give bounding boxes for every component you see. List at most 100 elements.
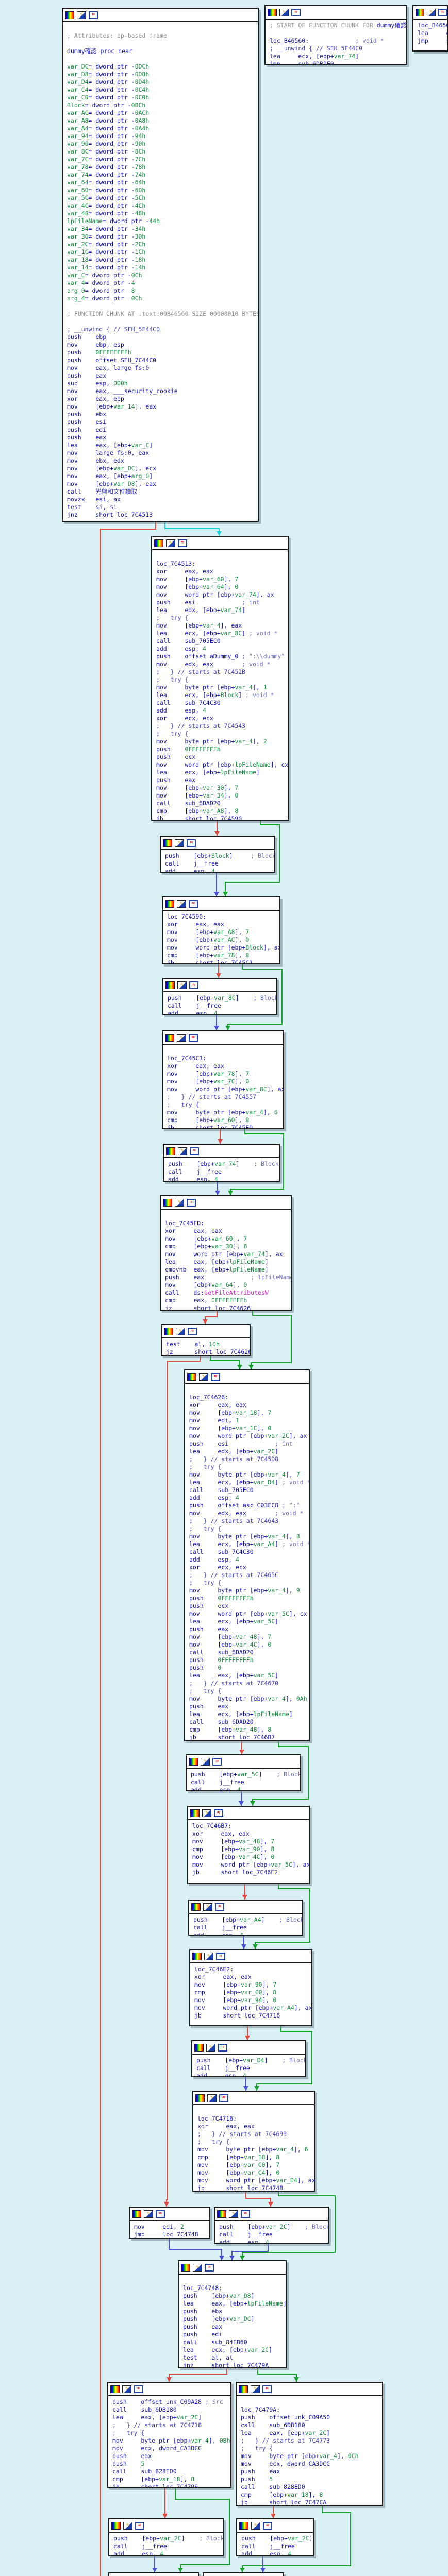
- palette-icon[interactable]: [165, 900, 174, 908]
- disassembly-listing[interactable]: push [ebp+var_74] ; Blockcall j__freeadd…: [164, 1158, 279, 1182]
- edit-icon[interactable]: ✎: [177, 1034, 186, 1042]
- palette-icon[interactable]: [192, 1953, 202, 1960]
- palette-icon[interactable]: [416, 9, 424, 16]
- edit-icon[interactable]: ✎: [175, 1199, 184, 1207]
- palette-icon[interactable]: [189, 1758, 198, 1766]
- disassembly-listing[interactable]: loc_7C4513:xor eax, eaxmov [ebp+var_60],…: [152, 550, 288, 821]
- disassembly-listing[interactable]: loc_7C4626:xor eax, eaxmov [ebp+var_18],…: [185, 1384, 309, 1741]
- flow-icon[interactable]: ≈: [219, 2094, 228, 2102]
- basic-block-loc_7C4796[interactable]: ✎≈ loc_7C4796:xor bl, bljmp short loc_7C…: [108, 2572, 199, 2576]
- edit-icon[interactable]: ✎: [207, 2094, 217, 2102]
- basic-block-loc_7C4626[interactable]: ✎≈ loc_7C4626:xor eax, eaxmov [ebp+var_1…: [184, 1369, 310, 1741]
- node-title-bar[interactable]: ✎≈: [215, 2208, 328, 2221]
- ida-graph-view[interactable]: { "app": {"view": "ida-pro-graph-view", …: [0, 0, 448, 2576]
- disassembly-listing[interactable]: push offset unk_C09A28 ; Srccall sub_6DB…: [108, 2396, 230, 2488]
- disassembly-listing[interactable]: loc_B46568:lea ecx, [ebp+var_74]jmp sub_…: [413, 20, 447, 47]
- basic-block-loc_7C4716[interactable]: ✎≈ loc_7C4716:xor eax, eax; } // starts …: [192, 2091, 315, 2192]
- edit-icon[interactable]: ✎: [251, 2522, 260, 2530]
- node-title-bar[interactable]: ✎≈: [63, 9, 258, 22]
- disassembly-listing[interactable]: loc_7C45C1:xor eax, eaxmov [ebp+var_78],…: [163, 1045, 283, 1129]
- edit-icon[interactable]: ✎: [177, 900, 186, 908]
- disassembly-listing[interactable]: test al, 10hjz short loc_7C4626: [162, 1338, 250, 1356]
- edit-icon[interactable]: ✎: [202, 1809, 211, 1817]
- disassembly-listing[interactable]: loc_7C4716:xor eax, eax; } // starts at …: [193, 2105, 314, 2192]
- node-title-bar[interactable]: ✎≈: [130, 2208, 209, 2221]
- basic-block-loc_7C46E2[interactable]: ✎≈loc_7C46E2:xor eax, eaxmov [ebp+var_90…: [189, 1949, 312, 2026]
- disassembly-listing[interactable]: push [ebp+var_8C] ; Blockcall j__freeadd…: [163, 992, 276, 1015]
- edit-icon[interactable]: ✎: [193, 2264, 202, 2272]
- flow-icon[interactable]: ≈: [241, 2210, 250, 2218]
- flow-icon[interactable]: ≈: [215, 1903, 224, 1911]
- disassembly-listing[interactable]: ; START OF FUNCTION CHUNK FOR dummy確認 lo…: [266, 20, 406, 65]
- basic-block-loc_7C479A[interactable]: ✎≈ loc_7C479A:push offset unk_C09A50call…: [236, 2382, 383, 2506]
- disassembly-listing[interactable]: loc_7C46B7:xor eax, eaxmov [ebp+var_48],…: [188, 1820, 309, 1878]
- node-title-bar[interactable]: ✎≈: [188, 1807, 309, 1820]
- node-title-bar[interactable]: ✎≈: [192, 2041, 305, 2055]
- edit-icon[interactable]: ✎: [166, 539, 175, 547]
- palette-icon[interactable]: [164, 1328, 173, 1335]
- disassembly-listing[interactable]: loc_7C479A:push offset unk_C09A50call su…: [237, 2396, 382, 2506]
- node-title-bar[interactable]: ✎≈: [187, 1755, 300, 1769]
- flow-icon[interactable]: ≈: [189, 900, 198, 908]
- palette-icon[interactable]: [165, 981, 175, 989]
- disassembly-listing[interactable]: loc_7C45ED:xor eax, eaxmov [ebp+var_60],…: [161, 1210, 291, 1311]
- flow-icon[interactable]: ≈: [214, 1809, 223, 1817]
- edit-icon[interactable]: ✎: [144, 2210, 153, 2218]
- flow-icon[interactable]: ≈: [205, 2264, 214, 2272]
- node-title-bar[interactable]: ✎≈: [190, 1950, 311, 1963]
- node-title-bar[interactable]: ✎≈: [237, 2383, 382, 2396]
- edit-icon[interactable]: ✎: [427, 9, 436, 16]
- edit-icon[interactable]: ✎: [251, 2385, 260, 2393]
- edit-icon[interactable]: ✎: [178, 1147, 187, 1155]
- flow-icon[interactable]: ≈: [187, 1199, 196, 1207]
- flow-icon[interactable]: ≈: [218, 2044, 227, 2052]
- flow-icon[interactable]: ≈: [189, 1034, 198, 1042]
- node-title-bar[interactable]: ✎≈: [185, 1370, 309, 1384]
- flow-icon[interactable]: ≈: [212, 1758, 222, 1766]
- basic-block-branch_false[interactable]: ✎≈push offset unk_C09A28 ; Srccall sub_6…: [107, 2382, 231, 2488]
- edit-icon[interactable]: ✎: [279, 9, 289, 16]
- basic-block-entry[interactable]: ✎≈ ; Attributes: bp-based frame dummy確認 …: [62, 8, 259, 522]
- palette-icon[interactable]: [217, 2210, 226, 2218]
- palette-icon[interactable]: [110, 2385, 120, 2393]
- palette-icon[interactable]: [111, 2522, 121, 2530]
- palette-icon[interactable]: [166, 1147, 175, 1155]
- node-title-bar[interactable]: ✎≈: [179, 2261, 286, 2275]
- disassembly-listing[interactable]: push [ebp+Block] ; Blockcall j__freeadd …: [161, 850, 274, 873]
- palette-icon[interactable]: [165, 1034, 174, 1042]
- edit-icon[interactable]: ✎: [206, 2044, 215, 2052]
- palette-icon[interactable]: [65, 11, 74, 19]
- basic-block-loc_7C4590[interactable]: ✎≈loc_7C4590:xor eax, eaxmov [ebp+var_A8…: [162, 896, 280, 964]
- edit-icon[interactable]: ✎: [203, 1903, 212, 1911]
- edit-icon[interactable]: ✎: [123, 2522, 132, 2530]
- palette-icon[interactable]: [190, 1809, 200, 1817]
- basic-block-free_var5C[interactable]: ✎≈push [ebp+var_5C] ; Blockcall j__freea…: [186, 1754, 301, 1791]
- node-title-bar[interactable]: ✎≈: [413, 6, 447, 20]
- disassembly-listing[interactable]: push [ebp+var_2C] ; Blockcall j__freeadd…: [109, 2533, 223, 2556]
- palette-icon[interactable]: [195, 2094, 205, 2102]
- edit-icon[interactable]: ✎: [175, 839, 184, 847]
- node-title-bar[interactable]: ✎≈: [152, 537, 288, 550]
- palette-icon[interactable]: [194, 2044, 204, 2052]
- disassembly-listing[interactable]: loc_7C46E2:xor eax, eaxmov [ebp+var_90],…: [190, 1963, 311, 2022]
- flow-icon[interactable]: ≈: [188, 1328, 197, 1335]
- flow-icon[interactable]: ≈: [178, 539, 187, 547]
- flow-icon[interactable]: ≈: [262, 2385, 272, 2393]
- palette-icon[interactable]: [163, 1199, 172, 1207]
- node-title-bar[interactable]: ✎≈: [237, 2519, 313, 2533]
- node-title-bar[interactable]: ✎≈: [163, 897, 279, 911]
- basic-block-set_edi2[interactable]: ✎≈mov edi, 2jmp loc_7C4748: [129, 2207, 210, 2239]
- palette-icon[interactable]: [239, 2385, 248, 2393]
- palette-icon[interactable]: [268, 9, 277, 16]
- edit-icon[interactable]: ✎: [122, 2385, 131, 2393]
- node-title-bar[interactable]: ✎≈: [161, 837, 274, 850]
- node-title-bar[interactable]: ✎≈: [204, 2573, 283, 2576]
- flow-icon[interactable]: ≈: [263, 2522, 272, 2530]
- edit-icon[interactable]: ✎: [201, 1758, 210, 1766]
- disassembly-listing[interactable]: mov edi, 2jmp loc_7C4748: [130, 2221, 209, 2239]
- node-title-bar[interactable]: ✎≈: [162, 1325, 250, 1338]
- node-title-bar[interactable]: ✎≈: [163, 1031, 283, 1045]
- edit-icon[interactable]: ✎: [199, 1373, 208, 1381]
- disassembly-listing[interactable]: loc_7C4748:push [ebp+var_D8]lea eax, [eb…: [179, 2275, 286, 2368]
- disassembly-listing[interactable]: push [ebp+var_2C]call j__freeadd esp, 4: [237, 2533, 313, 2556]
